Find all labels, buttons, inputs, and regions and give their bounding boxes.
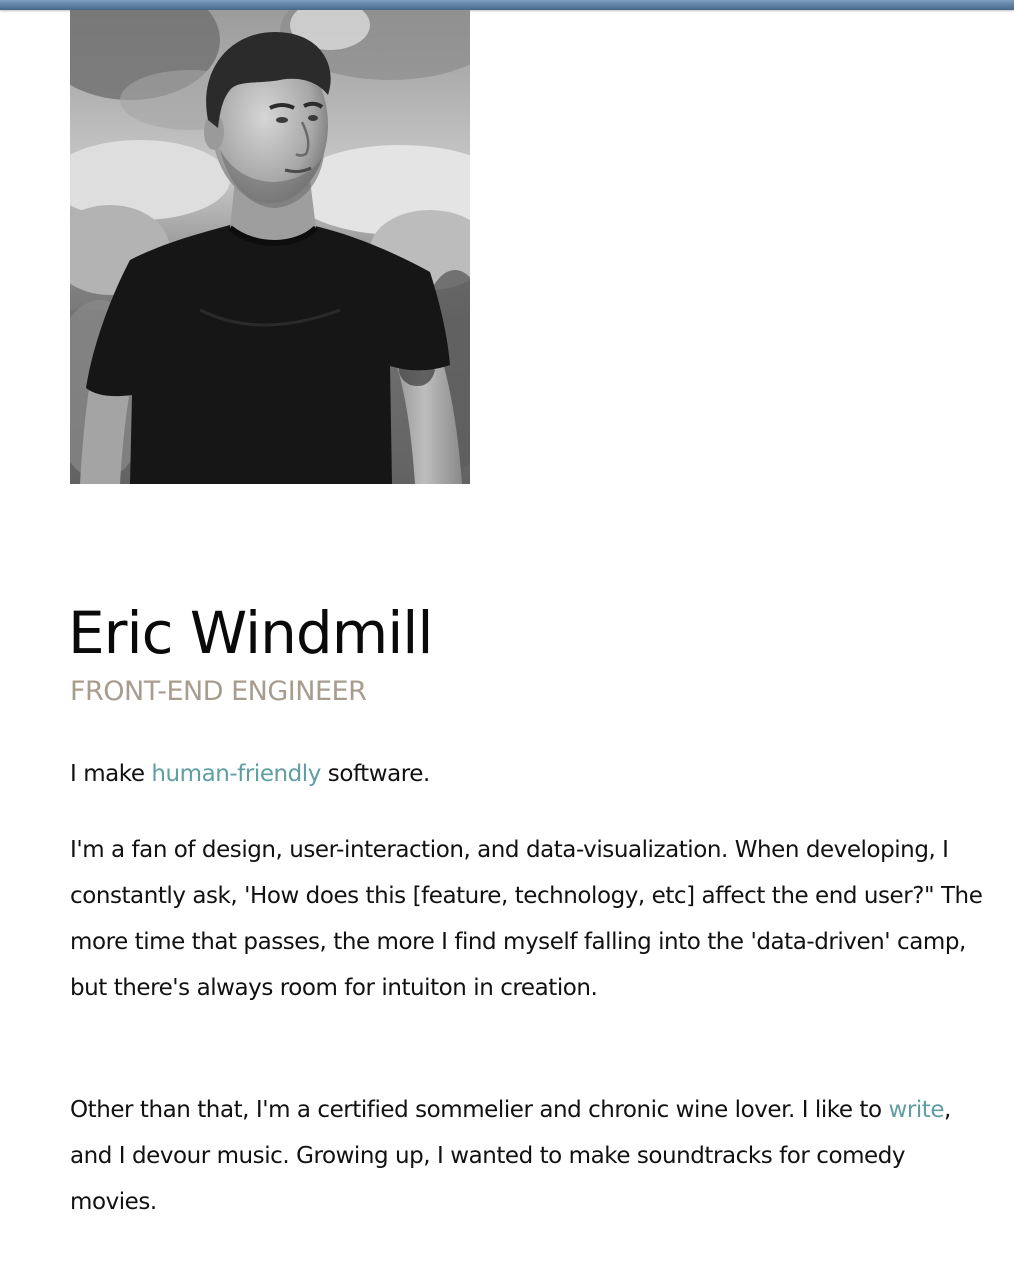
bio-paragraph-design: I'm a fan of design, user-interaction, a… — [70, 837, 983, 1001]
profile-photo-illustration — [70, 10, 470, 484]
bio-paragraph-intro: I make human-friendly software. — [70, 751, 985, 797]
profile-role: FRONT-END ENGINEER — [70, 676, 367, 707]
bio-intro-text-after: software. — [320, 761, 430, 787]
profile-photo — [70, 10, 470, 484]
bio-intro-text-before: I make — [70, 761, 152, 787]
top-bar — [0, 0, 1014, 10]
human-friendly-link[interactable]: human-friendly — [151, 761, 321, 787]
profile-name: Eric Windmill — [68, 599, 434, 667]
write-link[interactable]: write — [888, 1097, 944, 1123]
bio-paragraph-personal: Other than that, I'm a certified sommeli… — [70, 1087, 985, 1225]
bio-personal-text-before: Other than that, I'm a certified sommeli… — [70, 1097, 889, 1123]
